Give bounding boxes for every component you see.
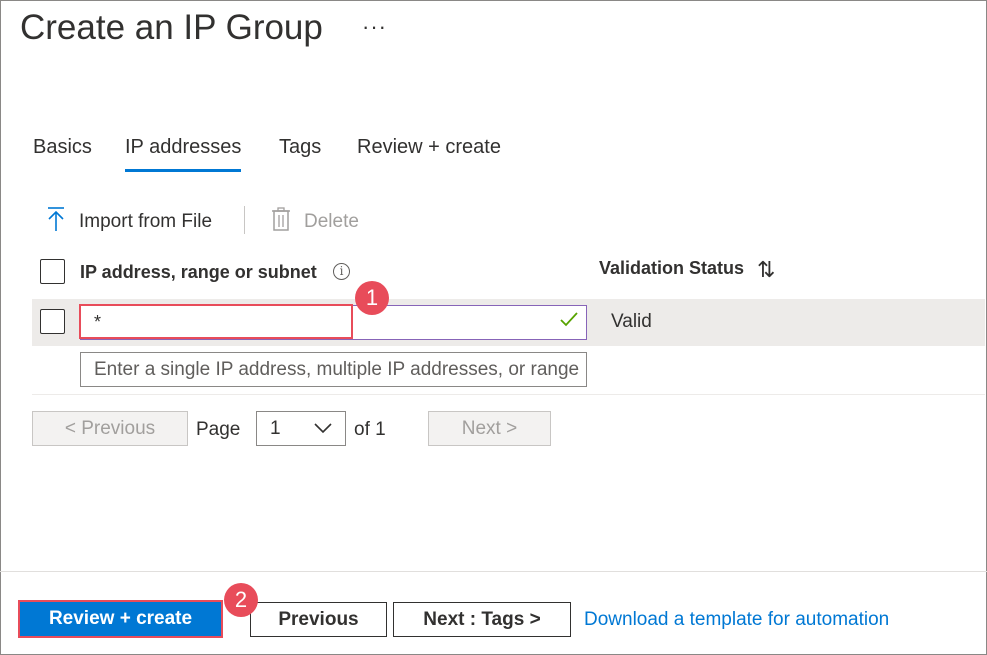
ip-address-input[interactable]: *: [80, 305, 587, 340]
step-2-callout: 2: [224, 583, 258, 617]
import-from-file-button[interactable]: Import from File: [45, 206, 212, 238]
footer-divider: [0, 571, 987, 572]
tab-tags[interactable]: Tags: [279, 136, 321, 169]
delete-button[interactable]: Delete: [270, 206, 359, 238]
tab-ip-addresses[interactable]: IP addresses: [125, 136, 242, 172]
pagination-previous-button[interactable]: < Previous: [32, 411, 188, 446]
page-count-label: of 1: [354, 419, 386, 440]
page-select[interactable]: 1: [256, 411, 346, 446]
next-tags-button[interactable]: Next : Tags >: [393, 602, 571, 637]
select-all-checkbox[interactable]: [40, 259, 65, 284]
page-select-value: 1: [270, 418, 281, 439]
tab-basics[interactable]: Basics: [33, 136, 92, 169]
sort-icon[interactable]: ⇅: [757, 257, 775, 283]
pagination-next-button[interactable]: Next >: [428, 411, 551, 446]
chevron-down-icon: [313, 412, 333, 457]
tab-review-create[interactable]: Review + create: [357, 136, 501, 169]
new-ip-address-input[interactable]: Enter a single IP address, multiple IP a…: [80, 352, 587, 387]
delete-label: Delete: [304, 211, 359, 232]
upload-arrow-icon: [45, 206, 67, 238]
column-header-ip: IP address, range or subnet: [80, 262, 317, 282]
validation-status-value: Valid: [611, 311, 652, 332]
trash-icon: [270, 206, 292, 238]
row-divider: [32, 394, 985, 395]
review-create-button[interactable]: Review + create: [18, 600, 223, 638]
page-title: Create an IP Group: [20, 8, 323, 47]
column-header-validation-status: Validation Status: [599, 258, 745, 278]
download-template-link[interactable]: Download a template for automation: [584, 609, 889, 631]
info-icon[interactable]: i: [333, 263, 350, 280]
more-options-icon[interactable]: ···: [362, 14, 387, 40]
import-label: Import from File: [79, 211, 213, 232]
toolbar-divider: [244, 206, 245, 234]
valid-check-icon: [559, 310, 579, 334]
step-1-callout: 1: [355, 281, 389, 315]
previous-button[interactable]: Previous: [250, 602, 387, 637]
page-label: Page: [196, 419, 241, 440]
row-checkbox[interactable]: [40, 309, 65, 334]
